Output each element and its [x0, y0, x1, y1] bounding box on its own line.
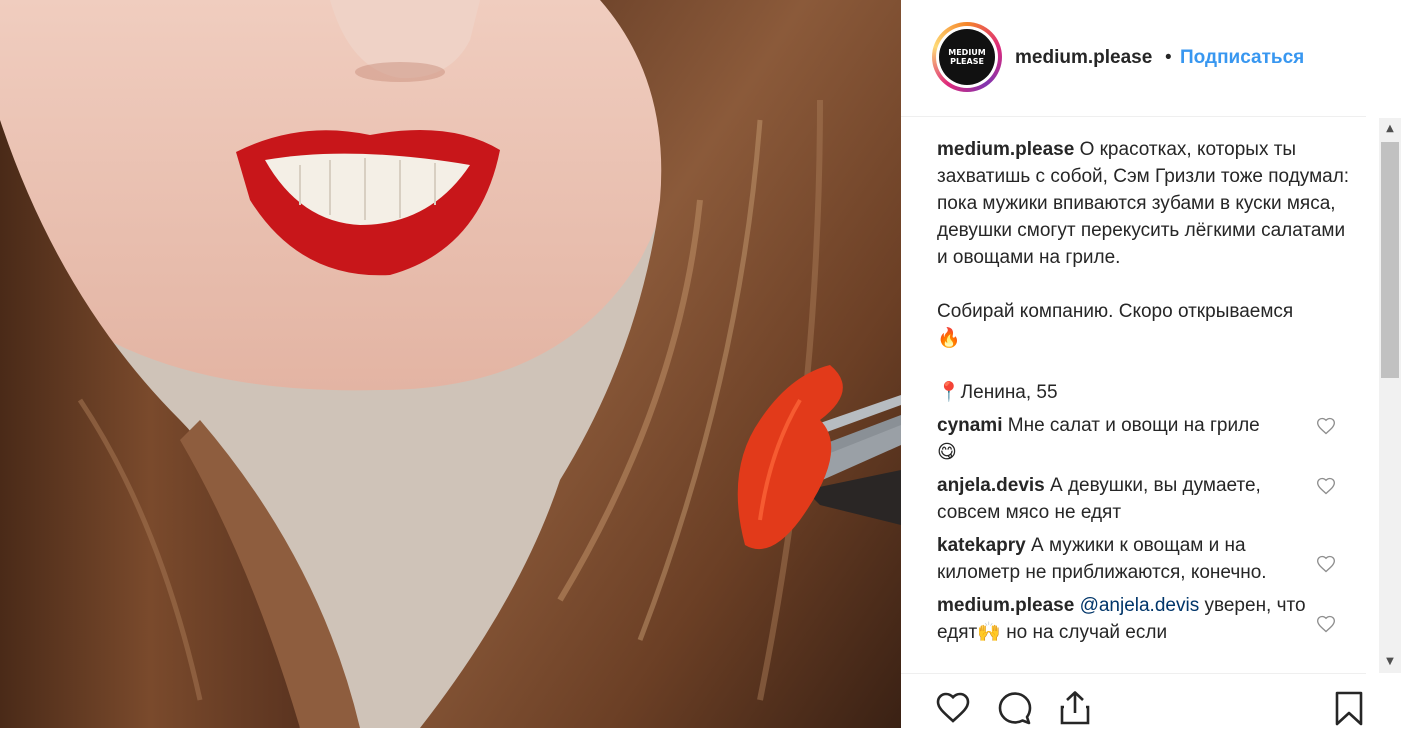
yum-emoji: 😋	[937, 441, 957, 463]
follow-button[interactable]: Подписаться	[1180, 47, 1304, 69]
location-text: Ленина, 55	[960, 382, 1058, 403]
comment-item: katekapry А мужики к овощам и на километ…	[937, 532, 1352, 586]
header-username[interactable]: medium.please	[1015, 47, 1152, 69]
comment-like-heart-icon[interactable]	[1316, 614, 1336, 634]
post-header: MEDIUM PLEASE medium.please • Подписатьс…	[901, 0, 1366, 117]
photo-illustration	[0, 0, 901, 728]
caption-username[interactable]: medium.please	[937, 139, 1074, 160]
comment-like-heart-icon[interactable]	[1316, 416, 1336, 436]
scroll-up-arrow[interactable]: ▲	[1379, 118, 1401, 140]
avatar[interactable]: MEDIUM PLEASE	[932, 22, 1002, 92]
comment-item: anjela.devis А девушки, вы думаете, совс…	[937, 472, 1352, 526]
scroll-down-arrow[interactable]: ▼	[1379, 651, 1401, 673]
raised-hands-emoji: 🙌	[977, 621, 1001, 643]
comment-like-heart-icon[interactable]	[1316, 476, 1336, 496]
post-photo	[0, 0, 901, 728]
scroll-thumb[interactable]	[1381, 142, 1399, 378]
caption-location: 📍Ленина, 55	[937, 379, 1352, 406]
caption: medium.please О красотках, которых ты за…	[937, 136, 1352, 406]
comment-text: Мне салат и овощи на гриле	[1007, 415, 1260, 436]
post-sidebar: MEDIUM PLEASE medium.please • Подписатьс…	[901, 0, 1401, 728]
comment-like-heart-icon[interactable]	[1316, 554, 1336, 574]
comment-text-continued: но на случай если	[1006, 622, 1168, 643]
comment-mention[interactable]: @anjela.devis	[1080, 595, 1200, 616]
avatar-frame: MEDIUM PLEASE	[936, 26, 998, 88]
bookmark-icon[interactable]	[1331, 690, 1367, 726]
separator-dot: •	[1165, 47, 1172, 68]
comment-username[interactable]: cynami	[937, 415, 1002, 436]
caption-paragraph-2-text: Собирай компанию. Скоро открываемся	[937, 301, 1294, 322]
comment-username[interactable]: anjela.devis	[937, 475, 1045, 496]
heart-icon[interactable]	[935, 690, 971, 726]
comment-item: cynami Мне салат и овощи на гриле 😋	[937, 412, 1352, 466]
comment-icon[interactable]	[997, 690, 1033, 726]
comment-item: medium.please @anjela.devis уверен, что …	[937, 592, 1352, 646]
avatar-logo: MEDIUM PLEASE	[939, 29, 995, 85]
fire-emoji: 🔥	[937, 327, 961, 349]
comment-username[interactable]: medium.please	[937, 595, 1074, 616]
avatar-logo-text: MEDIUM PLEASE	[948, 48, 986, 66]
caption-paragraph-2: Собирай компанию. Скоро открываемся 🔥	[937, 298, 1352, 352]
share-icon[interactable]	[1057, 690, 1093, 726]
post-actions	[901, 673, 1366, 729]
comments-list[interactable]: medium.please О красотках, которых ты за…	[937, 136, 1352, 681]
comments-scrollbar[interactable]: ▲ ▼	[1379, 118, 1401, 673]
caption-text-block: medium.please О красотках, которых ты за…	[937, 136, 1352, 271]
pin-icon: 📍	[937, 381, 961, 403]
comment-username[interactable]: katekapry	[937, 535, 1026, 556]
